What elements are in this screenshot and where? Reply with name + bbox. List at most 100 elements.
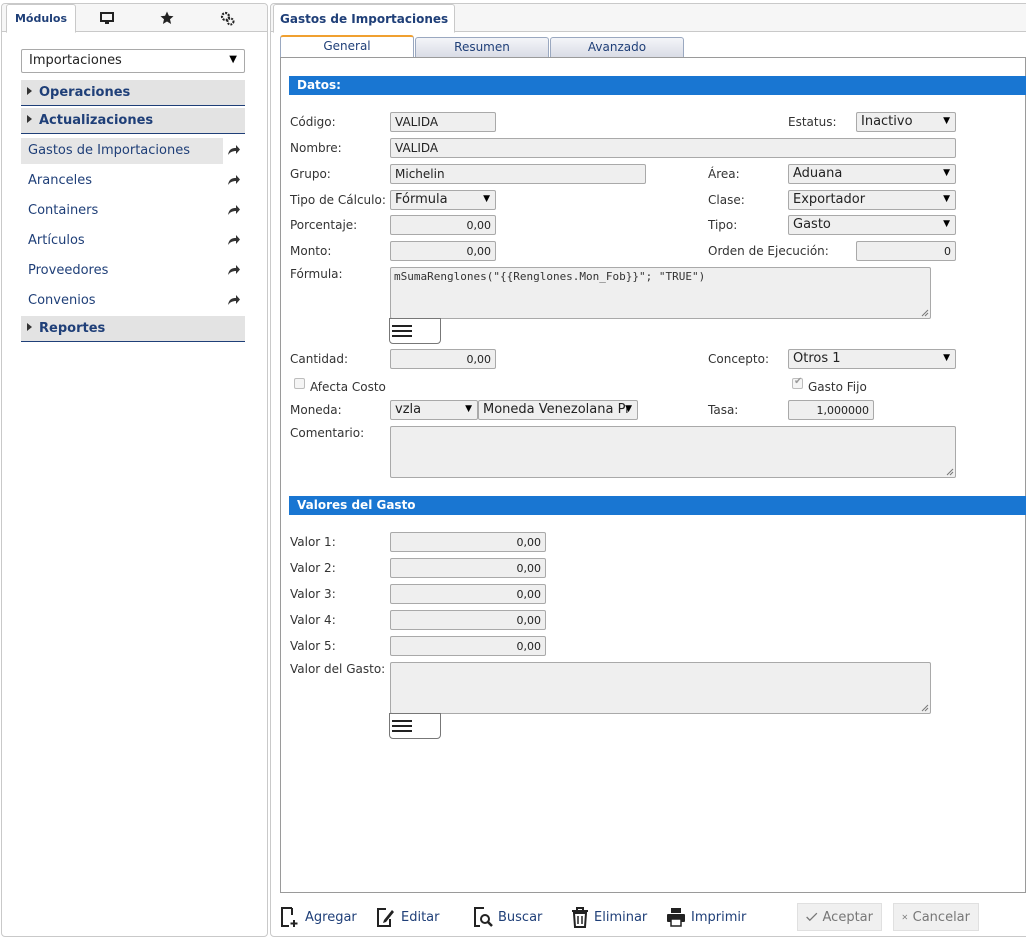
menu-item-proveedores[interactable]: Proveedores: [21, 258, 245, 284]
clase-value: Exportador: [793, 192, 866, 207]
agregar-button[interactable]: Agregar: [280, 903, 357, 931]
codigo-field[interactable]: VALIDA: [390, 112, 496, 132]
afecta-costo-label: Afecta Costo: [310, 380, 386, 394]
chevron-down-icon: ▼: [483, 194, 490, 204]
tab-gastos-importaciones[interactable]: Gastos de Importaciones: [273, 4, 456, 33]
clase-select[interactable]: Exportador ▼: [788, 190, 956, 210]
agregar-label: Agregar: [305, 909, 357, 925]
formula-textarea[interactable]: mSumaRenglones("{{Renglones.Mon_Fob}}"; …: [390, 267, 931, 319]
valor-gasto-menu-button[interactable]: [389, 713, 441, 739]
section-reportes[interactable]: Reportes: [21, 316, 245, 342]
nombre-field[interactable]: VALIDA: [390, 138, 956, 158]
gasto-fijo-checkbox[interactable]: ✔: [792, 376, 803, 389]
chevron-down-icon: ▼: [943, 116, 950, 126]
afecta-costo-checkbox[interactable]: [294, 378, 305, 389]
concepto-select[interactable]: Otros 1 ▼: [788, 349, 956, 369]
valor-3-field[interactable]: 0,00: [390, 584, 546, 604]
valor-1-field[interactable]: 0,00: [390, 532, 546, 552]
codigo-label: Código:: [290, 115, 336, 129]
valor-5-label: Valor 5:: [290, 639, 336, 653]
print-icon: [667, 908, 685, 927]
trash-icon: [572, 907, 588, 928]
estatus-select[interactable]: Inactivo ▼: [856, 112, 956, 132]
menu-item-articulos[interactable]: Artículos: [21, 228, 245, 254]
eliminar-button[interactable]: Eliminar: [571, 903, 647, 931]
menu-item-gastos[interactable]: Gastos de Importaciones: [21, 138, 245, 164]
valor-2-field[interactable]: 0,00: [390, 558, 546, 578]
star-icon: [160, 11, 174, 24]
moneda-nombre-select[interactable]: Moneda Venezolana Pr ▼: [478, 400, 638, 420]
check-icon: [806, 912, 818, 922]
valor-3-value: 0,00: [516, 588, 542, 601]
grupo-field[interactable]: Michelin: [390, 164, 646, 184]
tab-favorites[interactable]: [142, 4, 192, 32]
menu-item-label: Convenios: [28, 293, 96, 308]
area-label: Área:: [708, 167, 740, 181]
formula-menu-button[interactable]: [389, 318, 441, 344]
chevron-down-icon: ▼: [943, 353, 950, 363]
monto-field[interactable]: 0,00: [390, 241, 496, 261]
tipo-select[interactable]: Gasto ▼: [788, 215, 956, 235]
cancelar-label: Cancelar: [912, 909, 970, 925]
orden-value: 0: [944, 245, 951, 258]
porcentaje-field[interactable]: 0,00: [390, 215, 496, 235]
editar-button[interactable]: Editar: [376, 903, 440, 931]
moneda-codigo-value: vzla: [395, 402, 422, 417]
gears-icon: [220, 11, 234, 25]
resize-grip-icon[interactable]: [921, 704, 929, 712]
tab-settings[interactable]: [202, 4, 252, 32]
nombre-label: Nombre:: [290, 141, 342, 155]
estatus-label: Estatus:: [788, 115, 837, 129]
imprimir-button[interactable]: Imprimir: [666, 903, 746, 931]
buscar-button[interactable]: Buscar: [473, 903, 542, 931]
valores-header-label: Valores del Gasto: [297, 498, 416, 512]
subtab-general-label: General: [323, 39, 371, 53]
cantidad-field[interactable]: 0,00: [390, 349, 496, 369]
resize-grip-icon[interactable]: [921, 309, 929, 317]
subtab-resumen[interactable]: Resumen: [415, 37, 549, 57]
valor-gasto-textarea[interactable]: [390, 662, 931, 714]
valor-5-field[interactable]: 0,00: [390, 636, 546, 656]
cancelar-button[interactable]: Cancelar: [893, 903, 979, 931]
valores-header: Valores del Gasto: [289, 496, 1026, 515]
close-icon: [902, 914, 908, 920]
menu-item-label: Containers: [28, 203, 99, 218]
menu-item-aranceles[interactable]: Aranceles: [21, 168, 245, 194]
tab-monitor[interactable]: [82, 4, 132, 32]
grupo-label: Grupo:: [290, 167, 331, 181]
valor-1-label: Valor 1:: [290, 535, 336, 549]
valor-4-field[interactable]: 0,00: [390, 610, 546, 630]
menu-item-convenios[interactable]: Convenios: [21, 288, 245, 314]
module-select[interactable]: Importaciones ▼: [21, 49, 245, 73]
gasto-fijo-label: Gasto Fijo: [808, 380, 867, 394]
eliminar-label: Eliminar: [594, 909, 648, 925]
section-actualizaciones[interactable]: Actualizaciones: [21, 108, 245, 134]
area-value: Aduana: [793, 166, 843, 181]
comentario-textarea[interactable]: [390, 426, 956, 478]
orden-field[interactable]: 0: [856, 241, 956, 261]
formula-value: mSumaRenglones("{{Renglones.Mon_Fob}}"; …: [394, 270, 706, 283]
cantidad-label: Cantidad:: [290, 352, 349, 366]
menu-item-containers[interactable]: Containers: [21, 198, 245, 224]
cantidad-value: 0,00: [466, 353, 492, 366]
subtab-avanzado[interactable]: Avanzado: [550, 37, 684, 57]
aceptar-button[interactable]: Aceptar: [797, 903, 882, 931]
tipo-calculo-select[interactable]: Fórmula ▼: [390, 190, 496, 210]
editar-label: Editar: [401, 909, 440, 925]
tipo-value: Gasto: [793, 217, 831, 232]
moneda-codigo-select[interactable]: vzla ▼: [390, 400, 478, 420]
section-actualizaciones-label: Actualizaciones: [39, 113, 154, 128]
document-tabbar: Gastos de Importaciones: [271, 4, 1026, 33]
section-operaciones[interactable]: Operaciones: [21, 80, 245, 106]
valor-gasto-label: Valor del Gasto:: [290, 662, 386, 676]
section-operaciones-label: Operaciones: [39, 85, 131, 100]
tasa-field[interactable]: 1,000000: [788, 400, 874, 420]
tab-modulos[interactable]: Módulos: [6, 4, 76, 33]
check-mark-icon: ✔: [794, 376, 803, 387]
resize-grip-icon[interactable]: [946, 468, 954, 476]
tab-gastos-label: Gastos de Importaciones: [280, 11, 449, 26]
arrow-go-icon: [228, 235, 240, 245]
tipo-label: Tipo:: [708, 218, 738, 232]
area-select[interactable]: Aduana ▼: [788, 164, 956, 184]
subtab-general[interactable]: General: [280, 35, 414, 57]
